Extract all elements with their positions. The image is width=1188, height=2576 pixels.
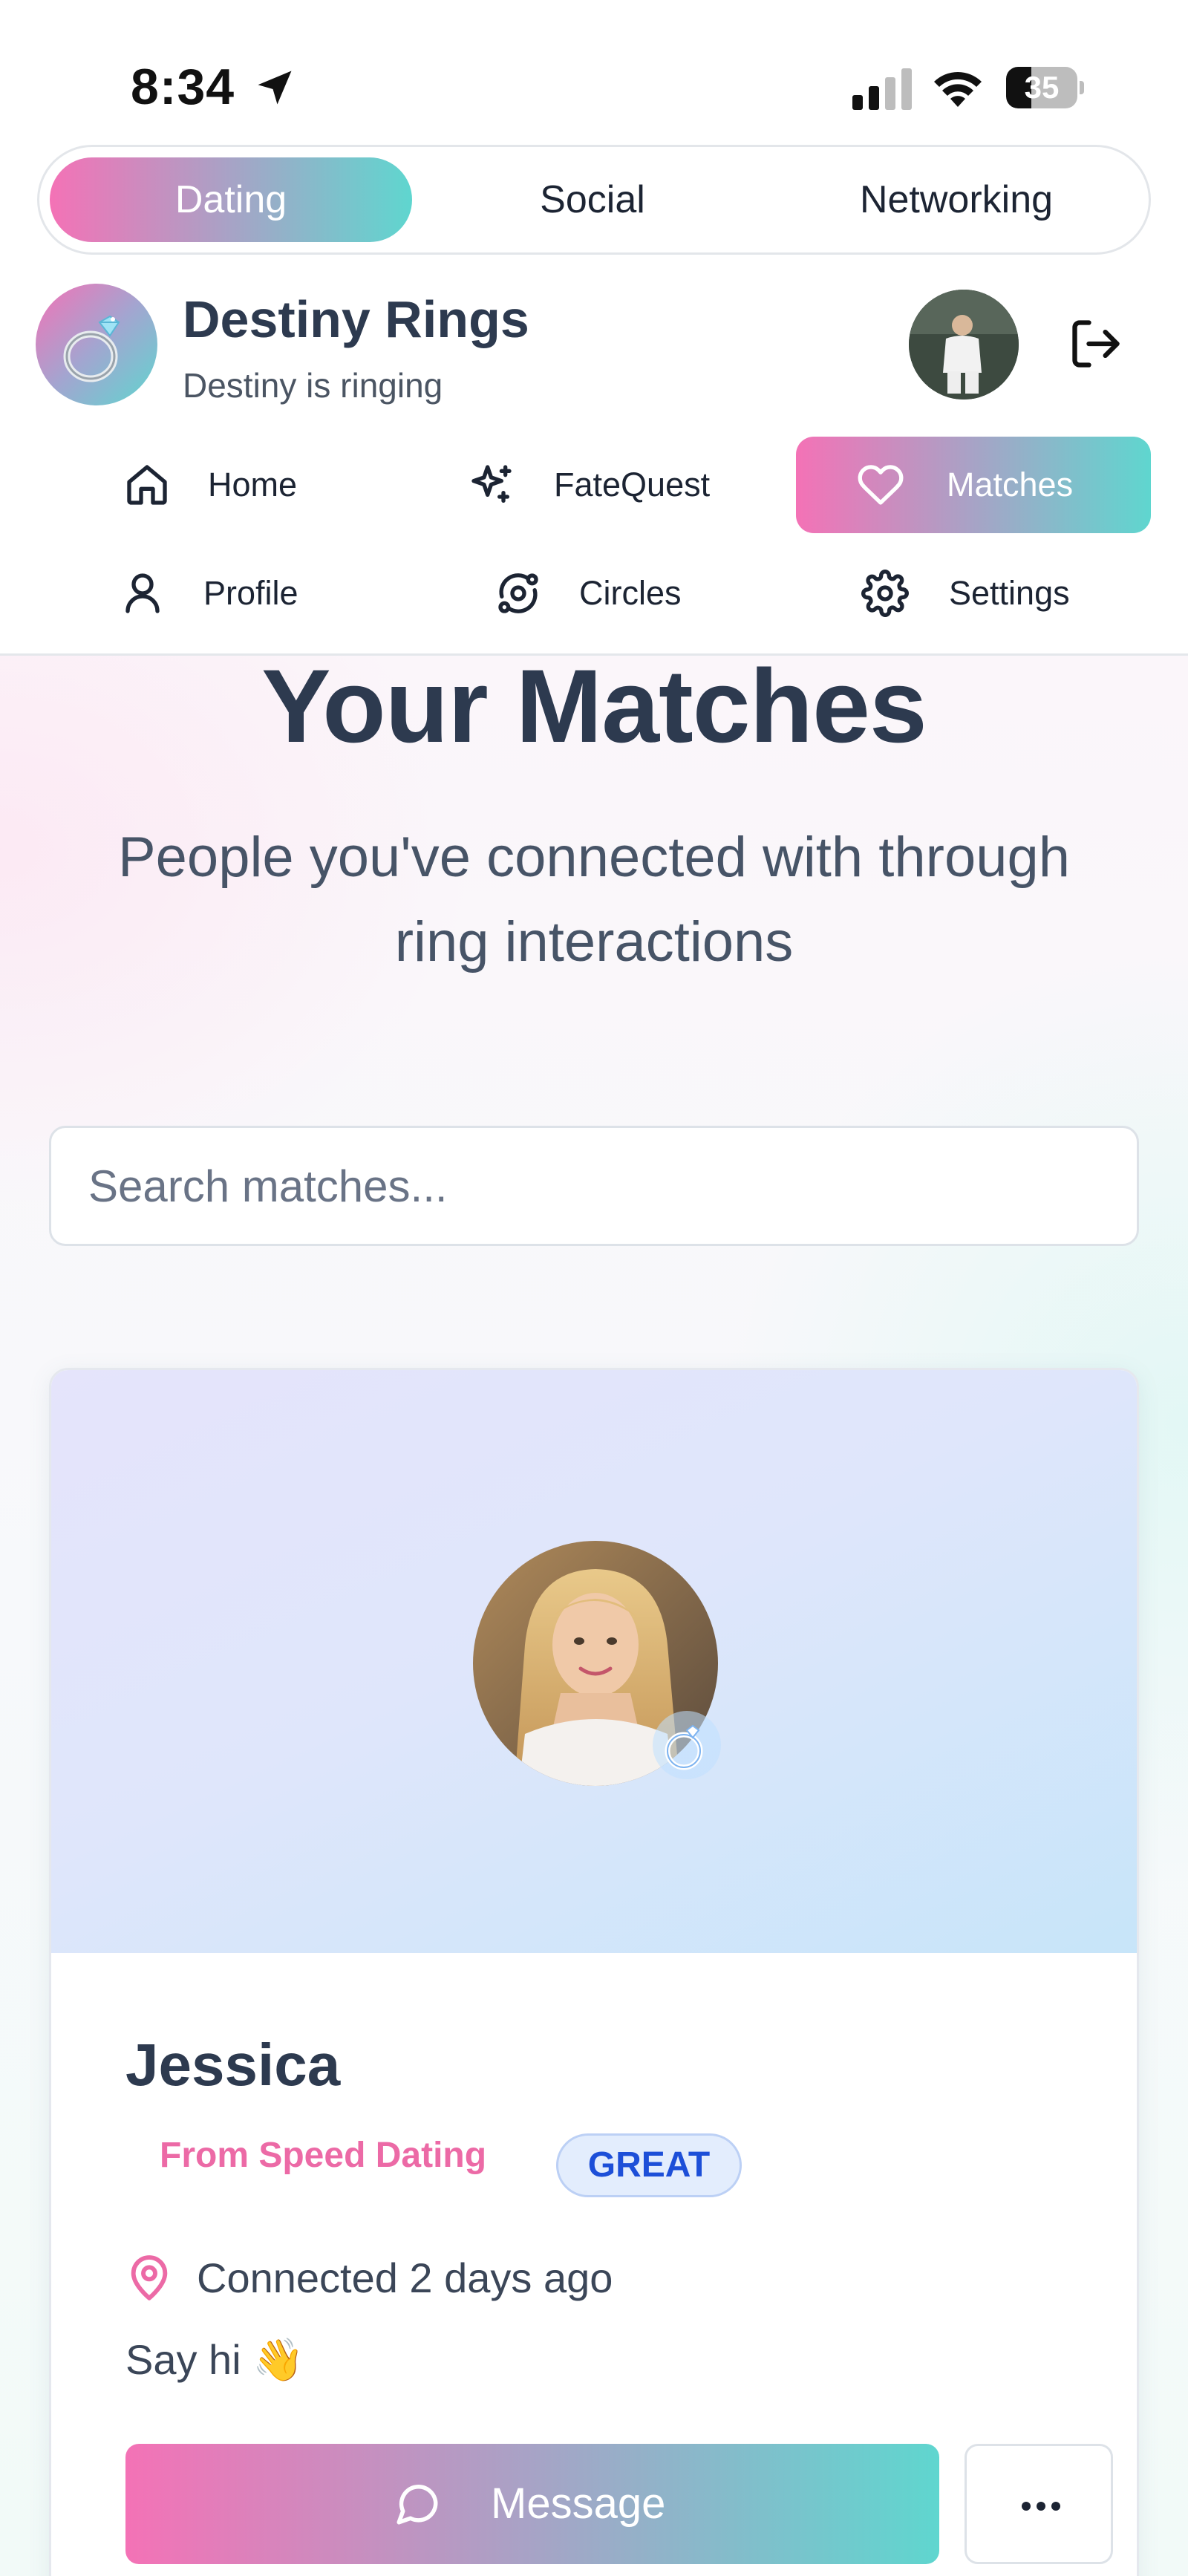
message-circle-icon <box>396 2485 438 2525</box>
user-avatar[interactable] <box>909 290 1019 400</box>
search-input[interactable] <box>49 1126 1139 1246</box>
nav-item-matches[interactable]: Matches <box>796 437 1151 533</box>
nav-label: Matches <box>947 466 1074 503</box>
page-subtitle: People you've connected with through rin… <box>117 826 1071 974</box>
match-card-banner <box>51 1370 1137 1953</box>
status-time: 8:34 <box>131 59 235 115</box>
battery-percent: 35 <box>1024 70 1060 105</box>
map-pin-icon <box>131 2255 168 2301</box>
nav-item-fatequest[interactable]: FateQuest <box>431 437 757 533</box>
location-arrow-icon <box>258 71 292 105</box>
nav-item-settings[interactable]: Settings <box>832 545 1151 642</box>
mode-tab-networking[interactable]: Networking <box>774 157 1138 242</box>
more-horizontal-icon <box>1022 2502 1060 2511</box>
nav-label: FateQuest <box>554 466 711 503</box>
gear-icon <box>861 570 909 617</box>
message-button[interactable]: Message <box>125 2444 939 2564</box>
match-connected-time: Connected 2 days ago <box>197 2254 613 2301</box>
orbit-icon <box>498 573 538 613</box>
user-photo <box>909 290 1019 400</box>
app-logo[interactable] <box>36 284 157 405</box>
ring-badge-icon <box>653 1711 721 1779</box>
nav-label: Circles <box>579 574 682 612</box>
page-title: Your Matches <box>261 648 927 764</box>
nav-item-circles[interactable]: Circles <box>460 545 757 642</box>
ring-icon <box>63 315 120 382</box>
match-greeting: Say hi 👋 <box>125 2336 304 2383</box>
logout-icon[interactable] <box>1068 316 1124 372</box>
mode-tab-social[interactable]: Social <box>411 157 774 242</box>
message-button-label: Message <box>491 2479 666 2528</box>
mode-switch: Dating Social Networking <box>37 145 1151 255</box>
app-subtitle: Destiny is ringing <box>183 366 443 405</box>
nav-label: Profile <box>203 574 298 612</box>
app-title: Destiny Rings <box>183 290 529 348</box>
user-icon <box>125 573 160 613</box>
heart-icon <box>858 465 904 505</box>
match-name: Jessica <box>125 2032 341 2098</box>
nav-label: Home <box>208 466 298 503</box>
mode-tab-dating[interactable]: Dating <box>50 157 412 242</box>
match-source-tag: From Speed Dating <box>160 2136 487 2175</box>
nav-item-profile[interactable]: Profile <box>82 545 408 642</box>
cellular-signal-icon <box>852 68 912 110</box>
nav-label: Settings <box>949 574 1070 612</box>
nav-item-home[interactable]: Home <box>82 437 408 533</box>
battery-indicator: 35 <box>1006 67 1084 108</box>
more-options-button[interactable] <box>965 2444 1113 2564</box>
status-bar: 8:34 35 <box>0 0 1188 141</box>
wifi-icon <box>934 72 982 107</box>
sparkles-icon <box>471 465 512 503</box>
match-quality-badge: GREAT <box>556 2133 742 2197</box>
home-icon <box>127 465 167 505</box>
match-card[interactable]: Jessica From Speed Dating GREAT Connecte… <box>49 1368 1139 2576</box>
